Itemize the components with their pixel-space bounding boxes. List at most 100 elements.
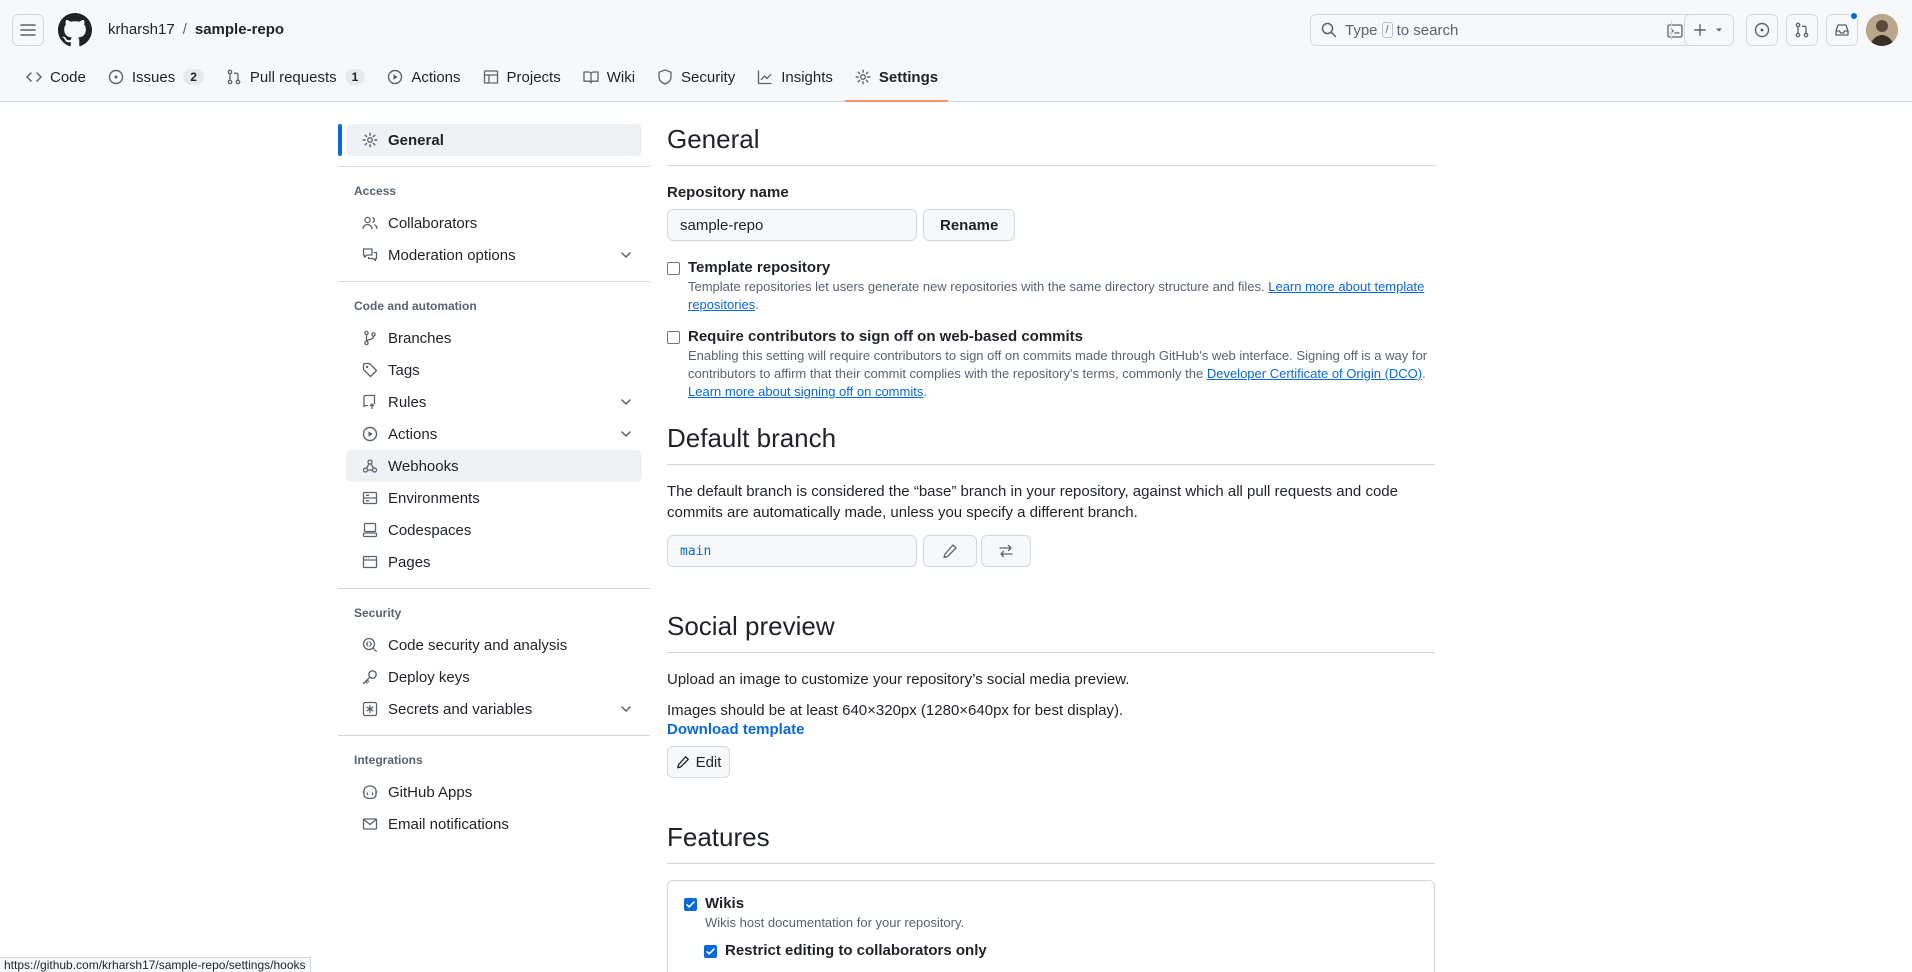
default-branch-field: main — [667, 535, 917, 567]
tab-security[interactable]: Security — [647, 60, 745, 94]
sidebar-item-github-apps[interactable]: GitHub Apps — [346, 776, 642, 808]
gear-icon — [855, 69, 871, 85]
comment-discussion-icon — [362, 248, 378, 262]
divider — [338, 166, 650, 167]
sidebar-item-general[interactable]: General — [338, 124, 642, 156]
repo-link[interactable]: sample-repo — [195, 21, 284, 38]
settings-sidebar: General Access Collaborators Moderation … — [338, 124, 650, 840]
sidebar-heading-access: Access — [354, 184, 397, 198]
sidebar-item-environments[interactable]: Environments — [346, 482, 642, 514]
sidebar-item-label: Codespaces — [388, 521, 472, 539]
tab-code[interactable]: Code — [16, 60, 96, 94]
download-template-link[interactable]: Download template — [667, 721, 1435, 738]
sidebar-item-codespaces[interactable]: Codespaces — [346, 514, 642, 546]
menu-button[interactable] — [12, 14, 44, 46]
tab-actions[interactable]: Actions — [377, 60, 470, 94]
sidebar-item-deploy-keys[interactable]: Deploy keys — [346, 661, 642, 693]
tab-settings[interactable]: Settings — [844, 60, 949, 102]
command-palette-icon[interactable] — [1667, 23, 1683, 39]
tab-wiki[interactable]: Wiki — [573, 60, 645, 94]
sidebar-item-email-notifications[interactable]: Email notifications — [346, 808, 642, 840]
create-new-button[interactable] — [1684, 14, 1734, 46]
check-icon — [686, 901, 695, 908]
triangle-down-icon — [1716, 28, 1722, 32]
search-input[interactable]: Type / to search — [1310, 14, 1694, 46]
sidebar-item-label: Deploy keys — [388, 668, 470, 686]
sidebar-item-actions[interactable]: Actions — [346, 418, 642, 450]
divider — [338, 281, 650, 282]
dco-link[interactable]: Developer Certificate of Origin (DCO) — [1207, 366, 1422, 381]
rename-button[interactable]: Rename — [923, 209, 1016, 241]
sidebar-item-label: General — [388, 131, 444, 149]
wikis-checkbox[interactable] — [684, 898, 697, 911]
sidebar-item-label: Environments — [388, 489, 480, 507]
template-repository-checkbox[interactable] — [667, 262, 680, 275]
github-logo-icon[interactable] — [58, 13, 92, 47]
owner-link[interactable]: krharsh17 — [108, 21, 175, 38]
breadcrumb-separator: / — [182, 21, 187, 38]
sidebar-item-label: Email notifications — [388, 815, 509, 833]
code-icon — [26, 72, 42, 82]
webhook-icon — [362, 459, 378, 473]
sidebar-item-collaborators[interactable]: Collaborators — [346, 207, 642, 239]
edit-label: Edit — [695, 753, 722, 771]
pencil-icon — [943, 544, 957, 559]
sidebar-item-label: Branches — [388, 329, 452, 347]
sidebar-item-label: Actions — [388, 425, 438, 443]
wikis-description: Wikis host documentation for your reposi… — [705, 915, 965, 930]
sidebar-item-tags[interactable]: Tags — [346, 354, 642, 386]
divider — [338, 588, 650, 589]
default-branch-description: The default branch is considered the “ba… — [667, 483, 1398, 521]
play-icon — [362, 426, 378, 442]
avatar[interactable] — [1866, 14, 1898, 46]
git-branch-icon — [364, 330, 376, 346]
graph-icon — [758, 70, 772, 85]
unread-indicator — [1850, 12, 1858, 20]
sidebar-item-label: Webhooks — [388, 457, 459, 475]
sidebar-item-secrets-variables[interactable]: Secrets and variables — [346, 693, 642, 725]
sidebar-item-code-security[interactable]: Code security and analysis — [346, 629, 642, 661]
tab-code-label: Code — [50, 68, 86, 86]
sidebar-item-label: Collaborators — [388, 214, 478, 232]
features-title: Features — [667, 822, 1435, 864]
pull-requests-button[interactable] — [1786, 14, 1818, 46]
sidebar-item-rules[interactable]: Rules — [346, 386, 642, 418]
tab-pull-requests[interactable]: Pull requests 1 — [216, 60, 375, 94]
search-shortcut-key: / — [1381, 22, 1393, 38]
sign-off-checkbox[interactable] — [667, 331, 680, 344]
sidebar-item-pages[interactable]: Pages — [346, 546, 642, 578]
rename-branch-button[interactable] — [923, 535, 977, 567]
sidebar-item-moderation-options[interactable]: Moderation options — [346, 239, 642, 271]
sidebar-item-branches[interactable]: Branches — [346, 322, 642, 354]
issues-button[interactable] — [1746, 14, 1778, 46]
search-placeholder-suffix: to search — [1396, 21, 1459, 39]
restrict-editing-label: Restrict editing to collaborators only — [725, 942, 987, 959]
inbox-icon — [1835, 24, 1849, 36]
tab-issues[interactable]: Issues 2 — [98, 60, 214, 94]
app-header: krharsh17 / sample-repo Type / to search… — [0, 0, 1912, 102]
browser-icon — [362, 555, 378, 569]
edit-social-preview-button[interactable]: Edit — [667, 746, 730, 778]
tab-insights[interactable]: Insights — [747, 60, 843, 94]
social-preview-size-hint: Images should be at least 640×320px (128… — [667, 702, 1124, 719]
switch-branch-button[interactable] — [981, 535, 1031, 567]
sidebar-item-label: Tags — [388, 361, 420, 379]
restrict-editing-checkbox[interactable] — [704, 945, 717, 958]
sidebar-item-webhooks[interactable]: Webhooks — [346, 450, 642, 482]
issue-icon — [108, 69, 124, 85]
sidebar-item-label: Moderation options — [388, 246, 516, 264]
link-hover-status: https://github.com/krharsh17/sample-repo… — [0, 957, 311, 972]
play-icon — [388, 69, 403, 85]
repo-name-input[interactable]: sample-repo — [667, 209, 917, 241]
asterisk-icon — [362, 701, 378, 717]
tab-issues-label: Issues — [131, 68, 176, 86]
tab-security-label: Security — [681, 68, 736, 86]
tab-projects[interactable]: Projects — [473, 60, 571, 94]
pencil-icon — [676, 756, 689, 769]
plus-icon — [1694, 24, 1706, 36]
mail-icon — [362, 818, 378, 830]
sign-off-learn-more-link[interactable]: Learn more about signing off on commits — [688, 384, 923, 399]
tab-settings-label: Settings — [878, 68, 939, 86]
sidebar-heading-integrations: Integrations — [354, 753, 423, 767]
pull-request-icon — [227, 69, 241, 85]
